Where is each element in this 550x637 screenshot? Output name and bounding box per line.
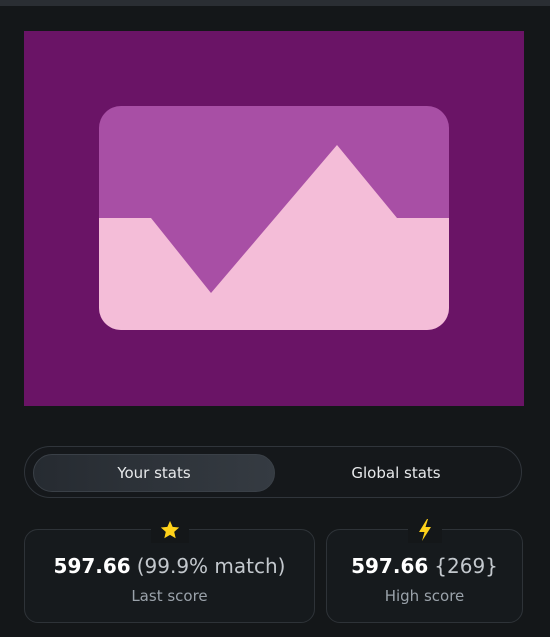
last-score-value: 597.66 xyxy=(53,554,131,578)
high-score-label: High score xyxy=(384,587,465,605)
tab-global-stats[interactable]: Global stats xyxy=(275,454,517,492)
lightning-icon xyxy=(407,517,442,543)
stats-tabs: Your stats Global stats xyxy=(24,446,522,498)
high-score-card: 597.66 {269} High score xyxy=(326,517,523,623)
top-bar xyxy=(0,0,550,6)
last-score-card: 597.66 (99.9% match) Last score xyxy=(24,517,315,623)
high-score-rank: {269} xyxy=(434,554,498,578)
star-icon xyxy=(150,517,189,543)
preview-image xyxy=(24,31,524,406)
last-score-match: (99.9% match) xyxy=(136,554,286,578)
tab-your-stats[interactable]: Your stats xyxy=(33,454,275,492)
image-placeholder-icon xyxy=(99,106,449,330)
last-score-label: Last score xyxy=(131,587,208,605)
high-score-value: 597.66 xyxy=(351,554,429,578)
